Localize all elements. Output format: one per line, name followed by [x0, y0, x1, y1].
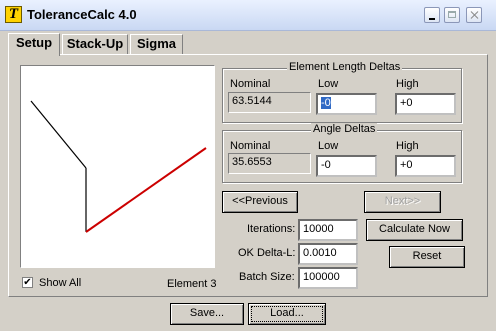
show-all-checkbox[interactable]: ✔ — [22, 277, 33, 288]
ok-delta-input[interactable]: 0.0010 — [298, 243, 358, 265]
minimize-button[interactable] — [424, 7, 440, 23]
previous-button[interactable]: <<Previous — [222, 191, 298, 213]
length-high-label: High — [396, 78, 419, 90]
title-bar[interactable]: T ToleranceCalc 4.0 — [0, 0, 496, 31]
length-nominal-label: Nominal — [230, 78, 271, 90]
reset-button[interactable]: Reset — [389, 246, 465, 268]
angle-low-input[interactable]: -0 — [316, 155, 377, 177]
ok-delta-label: OK Delta-L: — [238, 247, 296, 259]
angle-high-label: High — [396, 140, 419, 152]
angle-nominal-value: 35.6553 — [228, 153, 311, 174]
angle-deltas-title: Angle Deltas — [311, 123, 378, 135]
length-nominal-value: 63.5144 — [228, 92, 311, 113]
tab-stack-up[interactable]: Stack-Up — [62, 34, 128, 54]
app-window: T ToleranceCalc 4.0 Setup Stack-Up Sigma… — [0, 0, 496, 331]
angle-low-label: Low — [318, 140, 339, 152]
maximize-button[interactable] — [444, 7, 460, 23]
angle-high-input[interactable]: +0 — [395, 155, 456, 177]
angle-nominal-label: Nominal — [230, 140, 271, 152]
save-button[interactable]: Save... — [170, 303, 244, 325]
geometry-canvas[interactable] — [20, 65, 215, 268]
tab-sigma[interactable]: Sigma — [130, 34, 183, 54]
load-button[interactable]: Load... — [248, 303, 326, 325]
calculate-now-button[interactable]: Calculate Now — [366, 219, 463, 241]
iterations-input[interactable]: 10000 — [298, 219, 358, 241]
batch-size-input[interactable]: 100000 — [298, 267, 358, 289]
tab-setup[interactable]: Setup — [8, 33, 60, 56]
iterations-label: Iterations: — [247, 223, 296, 235]
app-icon: T — [5, 6, 22, 23]
length-low-label: Low — [318, 78, 339, 90]
show-all-label: Show All — [39, 277, 82, 289]
next-button[interactable]: Next>> — [364, 191, 441, 213]
geometry-drawing — [30, 100, 207, 233]
batch-size-label: Batch Size: — [239, 271, 295, 283]
element-1-line[interactable] — [30, 100, 87, 169]
length-high-input[interactable]: +0 — [395, 93, 456, 115]
length-deltas-title: Element Length Deltas — [287, 61, 403, 73]
close-button[interactable] — [466, 7, 482, 23]
window-title: ToleranceCalc 4.0 — [27, 7, 137, 22]
length-low-input[interactable]: -0 — [316, 93, 377, 115]
element-label: Element 3 — [167, 278, 217, 290]
element-3-line[interactable] — [85, 147, 207, 233]
